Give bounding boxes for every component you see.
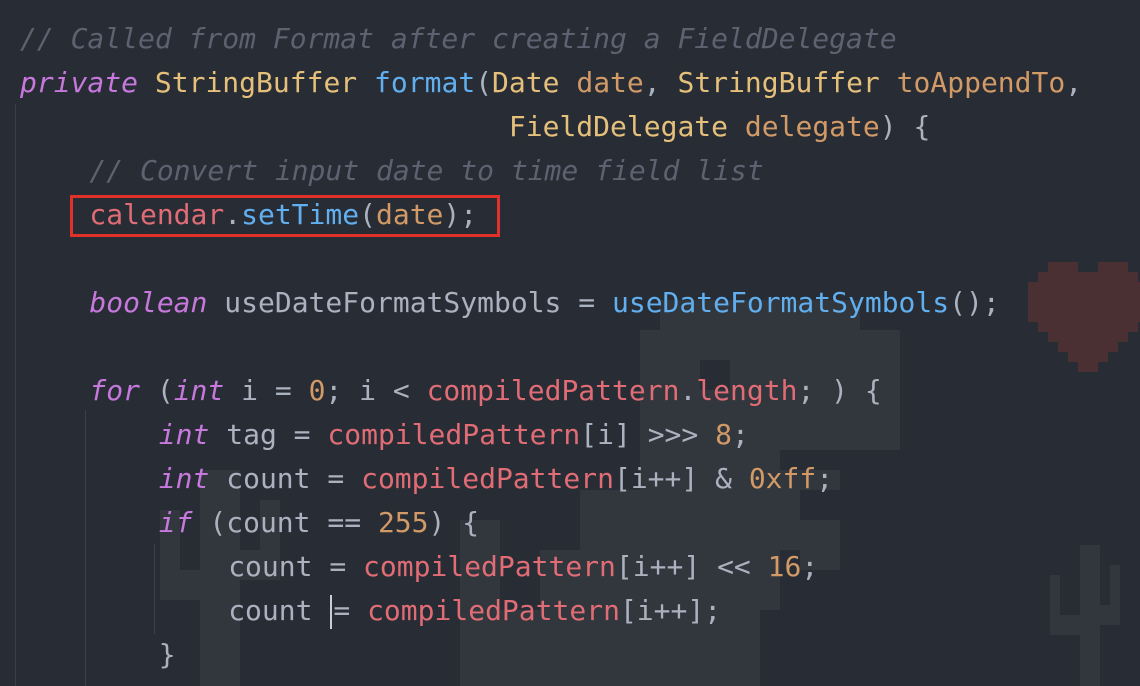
code-token-num: 16 <box>767 550 802 583</box>
code-token-num: 0xff <box>748 462 817 495</box>
code-token-cmt: // Called from Format after creating a F… <box>20 22 897 55</box>
highlight-box <box>70 195 500 237</box>
code-token-kw: boolean <box>89 286 208 319</box>
code-token-field: compiledPattern <box>426 374 680 407</box>
code-token-plain: [i++] << <box>615 550 768 583</box>
code-token-num: 255 <box>377 506 429 539</box>
code-token-plain: (); <box>949 286 1000 319</box>
code-line[interactable]: for (int i = 0; i < compiledPattern.leng… <box>89 369 881 413</box>
code-token-plain: ; <box>816 462 834 495</box>
code-token-type: StringBuffer <box>154 66 358 99</box>
code-line[interactable]: // Convert input date to time field list <box>89 149 763 193</box>
code-line[interactable]: int tag = compiledPattern[i] >>> 8; <box>159 413 749 457</box>
code-token-plain: (count == <box>192 506 378 539</box>
code-line[interactable]: private StringBuffer format(Date date, S… <box>20 61 1082 105</box>
code-token-type: Date <box>492 66 560 99</box>
code-token-param: date <box>576 66 644 99</box>
code-line[interactable]: int count = compiledPattern[i++] & 0xff; <box>159 457 833 501</box>
code-token-field: compiledPattern <box>361 462 614 495</box>
code-token-plain: [i++]; <box>619 594 722 627</box>
code-token-plain: tag = <box>209 418 328 451</box>
indent-guide <box>15 104 16 686</box>
code-token-plain: . <box>679 374 697 407</box>
code-token-plain: , <box>1065 66 1083 99</box>
code-token-kw: int <box>158 418 210 451</box>
code-token-field: compiledPattern <box>367 594 620 627</box>
code-token-plain: count = <box>228 550 364 583</box>
code-token-kw: if <box>158 506 193 539</box>
code-token-kw: for <box>89 374 140 407</box>
code-token-fn: format <box>374 66 476 99</box>
code-token-cmt: // Convert input date to time field list <box>89 154 764 187</box>
code-token-fn: useDateFormatSymbols <box>611 286 950 319</box>
code-token-kw: int <box>173 374 225 407</box>
code-token-kw: int <box>158 462 210 495</box>
code-token-plain: ; ) { <box>797 374 882 407</box>
indent-guide <box>85 410 86 686</box>
cactus-icon <box>1050 545 1120 686</box>
code-token-plain: i = <box>224 374 309 407</box>
code-editor[interactable]: // Called from Format after creating a F… <box>0 0 1140 686</box>
code-token-field: length <box>696 374 798 407</box>
code-token-plain: , <box>643 66 678 99</box>
code-token-plain: ) { <box>879 110 931 143</box>
code-line[interactable]: // Called from Format after creating a F… <box>20 17 897 61</box>
code-token-param: delegate <box>744 110 880 143</box>
code-token-field: compiledPattern <box>327 418 581 451</box>
code-token-num: 8 <box>715 418 732 451</box>
code-token-plain: ; <box>801 550 819 583</box>
code-token-type: StringBuffer <box>677 66 880 99</box>
code-token-plain: count = <box>209 462 362 495</box>
code-token-kw: private <box>20 66 139 99</box>
code-line[interactable]: count = compiledPattern[i++] << 16; <box>228 545 818 589</box>
heart-icon <box>1028 262 1140 372</box>
code-token-type: FieldDelegate <box>508 110 729 143</box>
code-token-plain: ( <box>475 66 493 99</box>
code-line[interactable]: FieldDelegate delegate) { <box>20 105 930 149</box>
code-token-plain: ) { <box>428 506 480 539</box>
code-token-plain: } <box>158 638 176 671</box>
code-token-plain: ; i < <box>325 374 427 407</box>
code-token-param: toAppendTo <box>896 66 1066 99</box>
code-token-plain: useDateFormatSymbols = <box>207 286 612 319</box>
code-token-plain: [i] >>> <box>580 418 716 451</box>
code-token-plain: ( <box>139 374 174 407</box>
code-token-plain: = <box>333 594 368 627</box>
code-token-num: 0 <box>308 374 326 407</box>
code-line[interactable]: } <box>159 633 176 677</box>
code-line[interactable]: boolean useDateFormatSymbols = useDateFo… <box>89 281 999 325</box>
code-token-plain: [i++] & <box>613 462 749 495</box>
code-line[interactable]: count = compiledPattern[i++]; <box>228 589 721 633</box>
code-line[interactable]: if (count == 255) { <box>159 501 479 545</box>
code-token-plain: ; <box>731 418 749 451</box>
code-token-plain: count <box>228 594 330 627</box>
code-token-field: compiledPattern <box>363 550 616 583</box>
indent-guide <box>154 544 155 634</box>
